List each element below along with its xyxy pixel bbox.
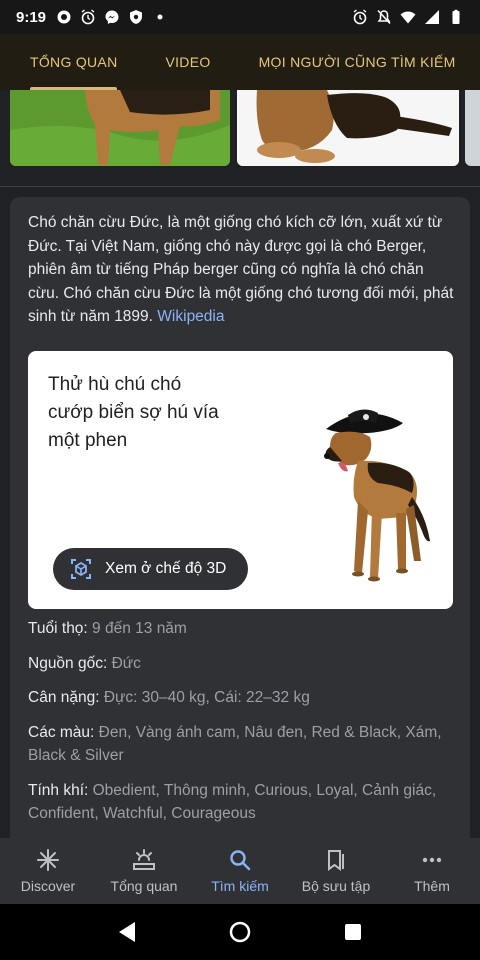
signal-icon <box>424 9 440 25</box>
fact-key: Tuổi thọ: <box>28 620 93 637</box>
nav-label: Tìm kiếm <box>211 878 269 894</box>
system-icons <box>352 9 464 25</box>
app-notification-icon <box>56 9 72 25</box>
alarm-icon <box>352 9 368 25</box>
search-icon <box>230 850 251 871</box>
shield-app-icon <box>128 9 144 25</box>
nav-overview[interactable]: Tổng quan <box>96 838 192 904</box>
tab-overview[interactable]: TỔNG QUAN <box>30 34 118 90</box>
status-time: 9:19 <box>16 8 47 26</box>
dog-image-thumbnail[interactable] <box>237 90 459 166</box>
nav-more[interactable]: Thêm <box>384 838 480 904</box>
fact-temperament: Tính khí: Obedient, Thông minh, Curious,… <box>28 779 458 826</box>
wifi-icon <box>400 9 416 25</box>
view-in-3d-button[interactable]: Xem ở chế độ 3D <box>53 548 248 590</box>
origin-link[interactable]: Đức <box>112 655 141 672</box>
ar-promo-card[interactable]: Thử hù chú chó cướp biển sợ hú vía một p… <box>28 351 453 609</box>
tab-video[interactable]: VIDEO <box>165 34 210 90</box>
3d-cube-icon <box>71 559 91 579</box>
description-text: Chó chăn cừu Đức, là một giống chó kích … <box>28 214 454 325</box>
mute-icon <box>376 9 392 25</box>
fact-lifespan: Tuổi thọ: 9 đến 13 năm <box>28 617 458 641</box>
alarm-icon <box>80 9 96 25</box>
recents-icon[interactable] <box>341 920 365 944</box>
fact-key: Nguồn gốc: <box>28 654 112 672</box>
nav-search[interactable]: Tìm kiếm <box>192 838 288 904</box>
fact-key: Các màu: <box>28 723 99 741</box>
bottom-navigation: Discover Tổng quan Tìm kiếm Bộ sưu tập T… <box>0 838 480 904</box>
view-in-3d-label: Xem ở chế độ 3D <box>105 560 227 577</box>
fact-value: 9 đến 13 năm <box>92 620 187 637</box>
fact-key: Cân nặng: <box>28 689 104 706</box>
description: Chó chăn cừu Đức, là một giống chó kích … <box>28 211 458 329</box>
knowledge-panel: Chó chăn cừu Đức, là một giống chó kích … <box>10 197 470 877</box>
battery-icon <box>448 9 464 25</box>
fact-key: Tính khí: <box>28 781 93 799</box>
nav-label: Discover <box>20 878 76 894</box>
fact-colors: Các màu: Đen, Vàng ánh cam, Nâu đen, Red… <box>28 721 458 768</box>
dot-icon <box>152 9 168 25</box>
messenger-icon <box>104 9 120 25</box>
facts-list: Tuổi thọ: 9 đến 13 năm Nguồn gốc: Đức Câ… <box>28 617 458 837</box>
notification-icons <box>56 9 168 25</box>
asterisk-icon <box>37 849 59 871</box>
status-bar: 9:19 <box>0 0 480 34</box>
tab-bar: TỔNG QUAN VIDEO MỌI NGƯỜI CŨNG TÌM KIẾM <box>0 34 480 90</box>
image-thumbnail[interactable] <box>465 90 480 166</box>
nav-collections[interactable]: Bộ sưu tập <box>288 838 384 904</box>
overview-icon <box>133 849 155 870</box>
promo-text: Thử hù chú chó cướp biển sợ hú vía một p… <box>48 374 219 451</box>
wikipedia-link[interactable]: Wikipedia <box>157 308 224 325</box>
fact-value: Đực: 30–40 kg, Cái: 22–32 kg <box>103 689 310 706</box>
home-icon[interactable] <box>228 920 252 944</box>
nav-label: Thêm <box>414 878 450 894</box>
fact-weight: Cân nặng: Đực: 30–40 kg, Cái: 22–32 kg <box>28 686 458 710</box>
pirate-dog-3d-image <box>324 409 430 582</box>
more-icon <box>422 857 442 863</box>
fact-origin: Nguồn gốc: Đức <box>28 652 458 676</box>
back-icon[interactable] <box>115 920 139 944</box>
nav-discover[interactable]: Discover <box>0 838 96 904</box>
system-navigation-bar <box>0 904 480 960</box>
collections-icon <box>328 850 344 871</box>
image-carousel <box>0 90 480 170</box>
nav-label: Tổng quan <box>110 878 178 894</box>
divider <box>0 186 480 187</box>
tab-people-also-search[interactable]: MỌI NGƯỜI CŨNG TÌM KIẾM <box>259 34 456 90</box>
dog-image-thumbnail[interactable] <box>10 90 230 166</box>
nav-label: Bộ sưu tập <box>301 878 371 894</box>
